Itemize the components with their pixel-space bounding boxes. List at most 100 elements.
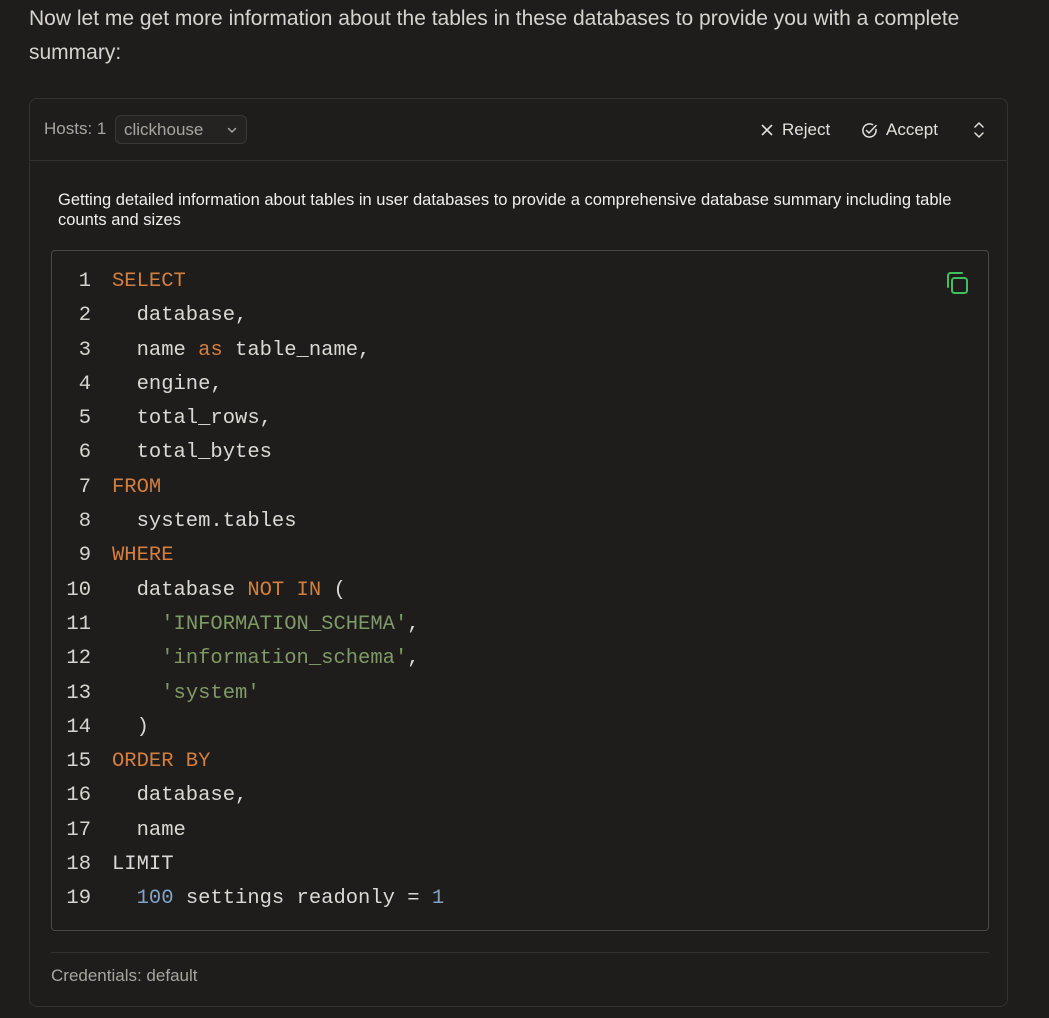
line-number: 5 <box>78 407 91 431</box>
code-line: 15 ORDER BY <box>52 745 988 779</box>
check-circle-icon <box>862 122 877 138</box>
code-text: total_rows, <box>112 402 272 436</box>
line-number: 1 <box>78 270 91 293</box>
code-token-kw: ORDER BY <box>112 750 211 774</box>
code-line: 11 'INFORMATION_SCHEMA', <box>52 608 988 642</box>
accept-label: Accept <box>886 120 938 139</box>
code-token-txt: name <box>112 338 199 362</box>
close-icon <box>761 124 773 136</box>
code-line: 4 engine, <box>52 368 988 402</box>
code-line: 13 'system' <box>52 677 988 711</box>
line-number: 2 <box>78 304 91 328</box>
code-line: 10 database NOT IN ( <box>52 574 988 608</box>
code-token-num: 1 <box>431 887 445 911</box>
code-token-num: 100 <box>136 887 174 911</box>
code-text: 'information_schema', <box>112 642 420 676</box>
code-text: database, <box>112 779 248 813</box>
tool-call-card: Hosts: 1 clickhouse Reject Accept Gettin… <box>29 98 1008 1007</box>
code-text: name as table_name, <box>112 334 371 368</box>
code-token-kw: WHERE <box>112 544 174 568</box>
line-number: 18 <box>66 853 91 877</box>
credentials-label: Credentials: default <box>51 966 198 985</box>
code-text: name <box>112 814 186 848</box>
code-line: 8 system.tables <box>52 505 988 539</box>
code-token-txt: engine, <box>112 372 223 396</box>
code-text: ORDER BY <box>112 745 210 779</box>
code-line: 3 name as table_name, <box>52 334 988 368</box>
assistant-message-text: Now let me get more information about th… <box>29 7 960 64</box>
code-line: 6 total_bytes <box>52 436 988 470</box>
code-text: ) <box>112 711 149 745</box>
card-header: Hosts: 1 clickhouse Reject Accept <box>30 99 1007 161</box>
chevron-up-down-icon[interactable] <box>970 119 988 141</box>
code-token-str: 'INFORMATION_SCHEMA' <box>161 612 408 636</box>
code-token-txt: database, <box>112 304 248 328</box>
code-token-kw: FROM <box>112 475 162 499</box>
code-token-txt: settings readonly = <box>173 887 432 911</box>
code-text: system.tables <box>112 505 297 539</box>
sql-code-block: 1 SELECT 2 database, 3 name as table_name, 4… <box>51 250 989 931</box>
line-number: 3 <box>78 338 91 362</box>
code-token-kw: NOT IN <box>247 578 322 602</box>
code-line: 16 database, <box>52 779 988 813</box>
line-number: 9 <box>78 544 91 568</box>
code-token-txt: name <box>112 818 186 842</box>
code-text: 'system' <box>112 677 260 711</box>
code-token-str: 'system' <box>161 681 260 705</box>
line-number: 4 <box>78 372 91 396</box>
chevron-down-icon <box>227 127 237 133</box>
code-token-txt: total_bytes <box>112 441 272 465</box>
code-text: total_bytes <box>112 436 272 470</box>
code-text: database, <box>112 299 248 333</box>
line-number: 13 <box>66 681 91 705</box>
line-number: 15 <box>66 750 91 774</box>
line-number: 7 <box>78 475 91 499</box>
code-token-txt: ) <box>112 715 149 739</box>
code-token-txt: system.tables <box>112 510 297 534</box>
code-token-kw: SELECT <box>112 270 186 293</box>
code-text: WHERE <box>112 539 174 573</box>
code-text: engine, <box>112 368 223 402</box>
host-select[interactable]: clickhouse <box>115 115 247 144</box>
line-number: 12 <box>66 647 91 671</box>
footer-divider <box>51 952 989 953</box>
code-line: 19 100 settings readonly = 1 <box>52 882 988 916</box>
line-number: 6 <box>78 441 91 465</box>
reject-label: Reject <box>782 120 831 139</box>
line-number: 16 <box>66 784 91 808</box>
code-token-txt: total_rows, <box>112 407 272 431</box>
code-line: 7 FROM <box>52 471 988 505</box>
code-token-txt: database, <box>112 784 248 808</box>
code-line: 17 name <box>52 814 988 848</box>
line-number: 11 <box>66 612 91 636</box>
code-token-kw: as <box>198 338 223 362</box>
code-text: FROM <box>112 471 161 505</box>
code-text: LIMIT <box>112 848 174 882</box>
code-token-txt: , <box>407 647 420 671</box>
line-number: 10 <box>66 578 91 602</box>
code-line: 1 SELECT <box>52 265 988 299</box>
accept-button[interactable]: Accept <box>861 117 938 143</box>
code-line: 5 total_rows, <box>52 402 988 436</box>
hosts-label: Hosts: 1 <box>44 119 107 138</box>
host-select-value: clickhouse <box>124 120 204 139</box>
line-number: 14 <box>66 715 91 739</box>
code-text: SELECT <box>112 265 186 299</box>
code-token-txt: , <box>407 612 420 636</box>
code-text: 'INFORMATION_SCHEMA', <box>112 608 420 642</box>
line-number: 17 <box>66 818 91 842</box>
code-line: 2 database, <box>52 299 988 333</box>
code-token-str: 'information_schema' <box>161 647 408 671</box>
reject-button[interactable]: Reject <box>760 117 830 143</box>
code-text: database NOT IN ( <box>112 574 346 608</box>
code-line: 9 WHERE <box>52 539 988 573</box>
code-token-txt: LIMIT <box>112 853 174 877</box>
code-token-txt: database <box>112 578 248 602</box>
code-token-txt: ( <box>321 578 346 602</box>
line-number: 19 <box>66 887 91 911</box>
line-number: 8 <box>78 510 91 534</box>
